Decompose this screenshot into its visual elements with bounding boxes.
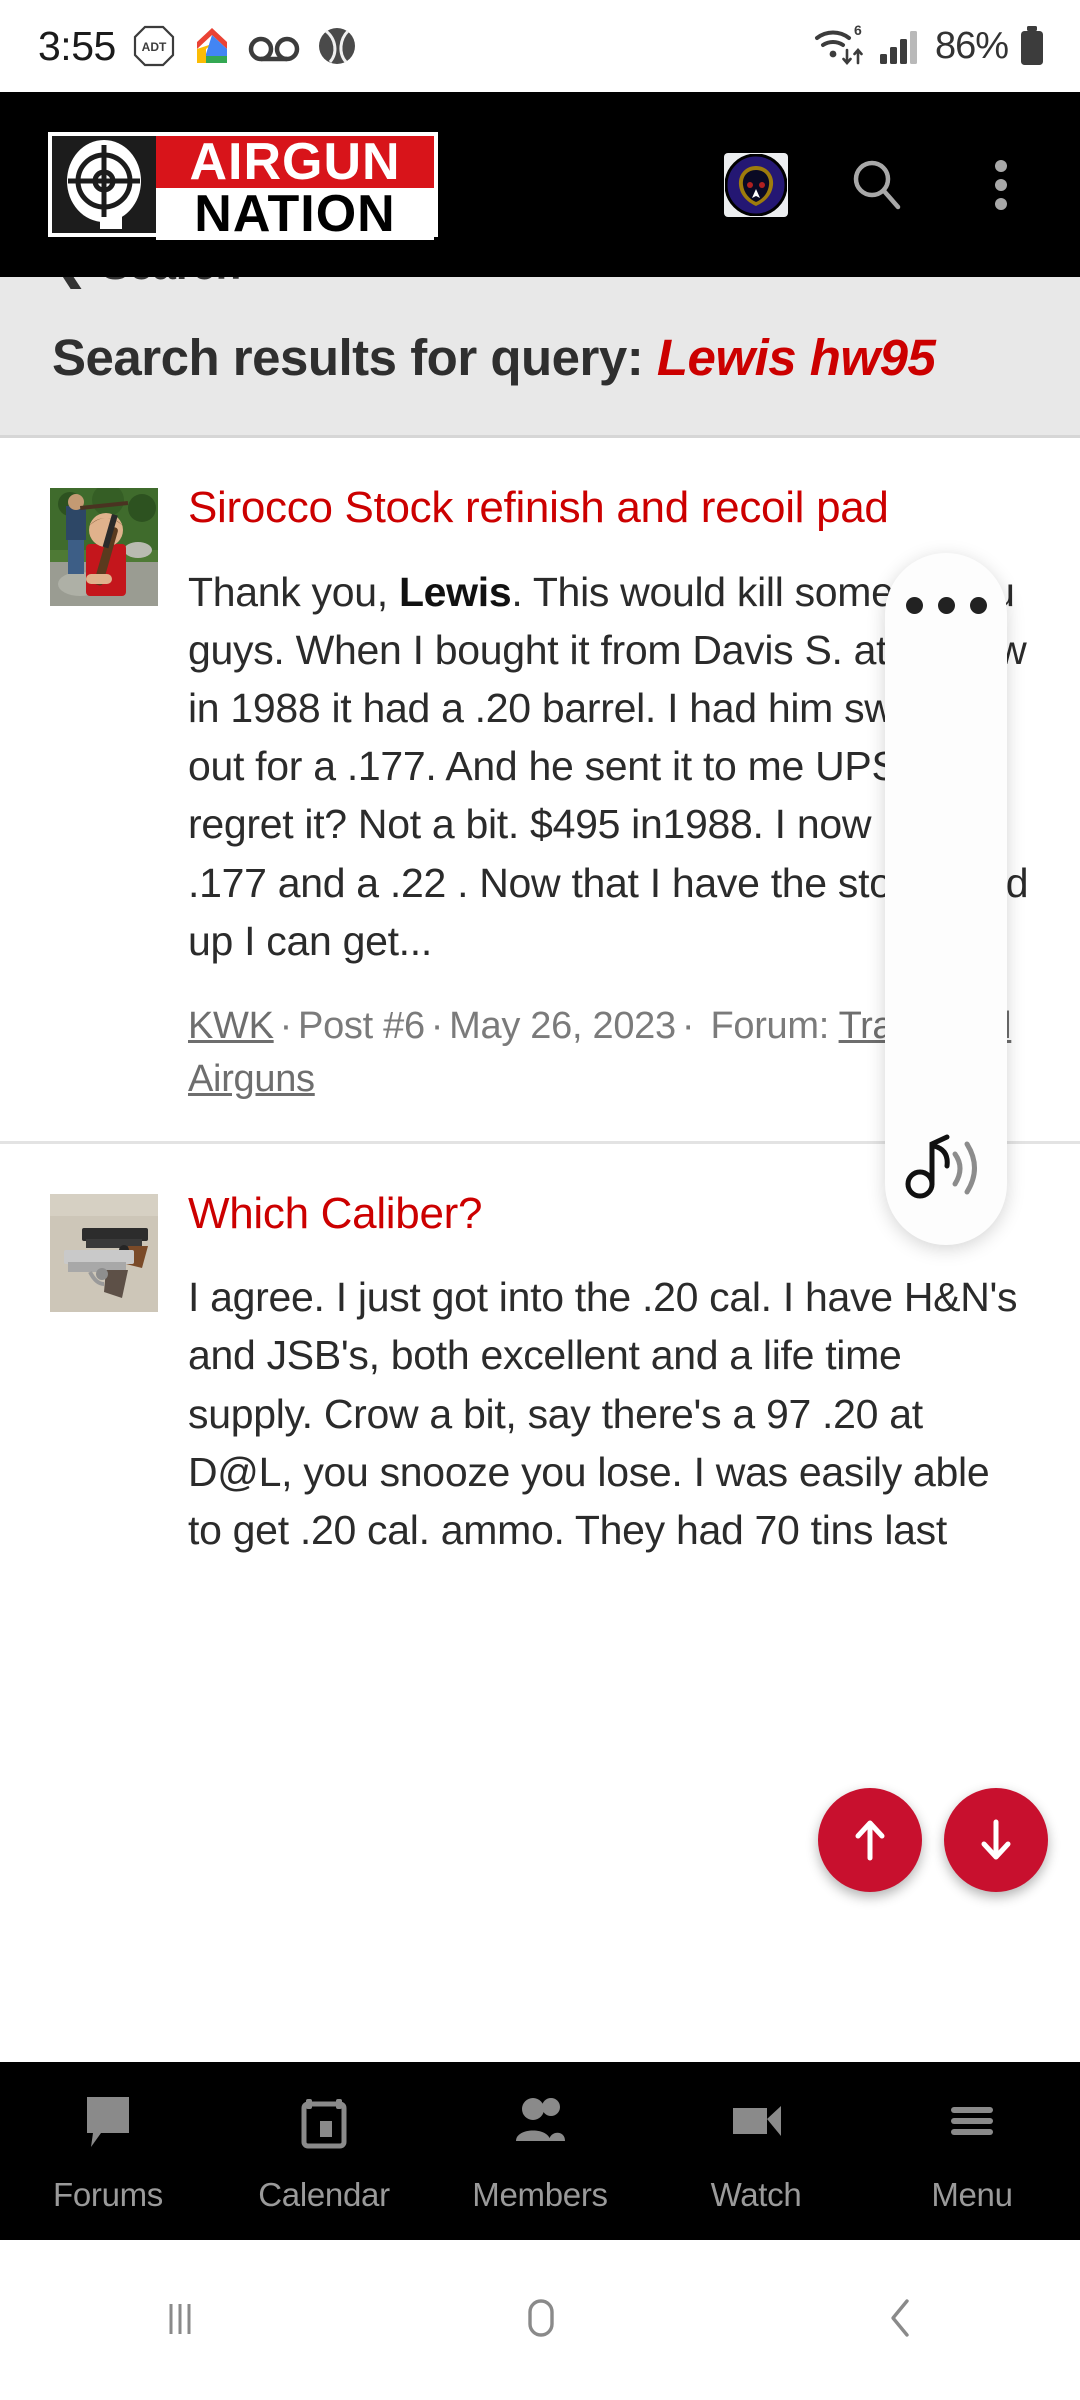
result-forum-label: Forum:: [710, 1005, 829, 1048]
people-icon: [509, 2089, 571, 2156]
baseball-icon: [316, 25, 358, 67]
result-date: May 26, 2023: [449, 1005, 676, 1048]
page-title-query: Lewis hw95: [656, 329, 936, 386]
android-navigation-bar: [0, 2240, 1080, 2400]
adt-icon: ADT: [132, 24, 176, 68]
tab-forums-label: Forums: [52, 2175, 164, 2213]
three-dots-horizontal-icon[interactable]: [905, 597, 987, 614]
speech-bubble-icon: [77, 2089, 139, 2156]
tab-calendar-label: Calendar: [258, 2175, 390, 2213]
two-pistols-thumbnail: [50, 1193, 158, 1312]
back-button[interactable]: [720, 2289, 1080, 2352]
meta-separator: ·: [681, 1005, 695, 1048]
video-camera-icon: [725, 2089, 787, 2156]
crosshair-scope-icon: [52, 136, 156, 233]
svg-text:6: 6: [854, 23, 862, 38]
page-title-prefix: Search results for query:: [52, 329, 644, 386]
chevron-left-icon: [871, 2289, 929, 2352]
battery-percent-label: 86%: [934, 24, 1009, 67]
meta-separator: ·: [430, 1005, 444, 1048]
tab-members-label: Members: [472, 2175, 608, 2213]
page-title: Search results for query: Lewis hw95: [0, 289, 1080, 389]
status-bar-right: 6 86%: [813, 23, 1046, 69]
status-clock: 3:55: [38, 22, 116, 69]
three-vertical-bars-icon: [151, 2289, 209, 2352]
search-result-body: Which Caliber? I agree. I just got into …: [188, 1186, 1030, 1559]
home-button[interactable]: [360, 2289, 720, 2352]
tab-forums[interactable]: Forums: [0, 2089, 216, 2214]
google-home-icon: [192, 25, 232, 67]
tab-watch-label: Watch: [710, 2175, 802, 2213]
tab-menu[interactable]: Menu: [864, 2089, 1080, 2214]
search-result-snippet: I agree. I just got into the .20 cal. I …: [188, 1274, 1018, 1554]
arrow-up-icon[interactable]: [818, 1788, 922, 1892]
result-post-number: Post #6: [298, 1005, 425, 1048]
snippet-pre: Thank you,: [188, 568, 399, 615]
search-icon[interactable]: [842, 150, 912, 220]
status-bar: 3:55 ADT 6 86%: [0, 0, 1080, 92]
rounded-square-icon: [511, 2289, 569, 2352]
wifi-6-icon: 6: [813, 23, 869, 69]
status-bar-left: 3:55 ADT: [38, 23, 358, 70]
arrow-down-icon[interactable]: [944, 1788, 1048, 1892]
breadcrumb-label: Search: [101, 277, 241, 289]
boy-with-airrifle-thumbnail: [50, 488, 158, 607]
recents-button[interactable]: [0, 2289, 360, 2352]
brand-logo-nation: NATION: [156, 188, 434, 240]
app-header: AIRGUN NATION: [0, 92, 1080, 277]
brand-logo-airgun: AIRGUN: [156, 136, 434, 188]
brand-logo-words: AIRGUN NATION: [156, 136, 434, 240]
cellular-signal-icon: [879, 27, 925, 65]
breadcrumb[interactable]: ❮ Search: [0, 277, 1080, 289]
tab-menu-label: Menu: [931, 2175, 1013, 2213]
result-author-link[interactable]: KWK: [188, 1005, 274, 1047]
bottom-tab-bar: Forums Calendar Members Watch Menu: [0, 2062, 1080, 2240]
battery-icon: [1018, 25, 1046, 67]
calendar-icon: [293, 2089, 355, 2156]
floating-assistant-panel[interactable]: [885, 553, 1007, 1245]
scroll-nav-buttons: [818, 1788, 1048, 1892]
hamburger-menu-icon: [941, 2089, 1003, 2156]
search-result-title[interactable]: Sirocco Stock refinish and recoil pad: [188, 480, 1030, 536]
three-dots-vertical-icon[interactable]: [966, 150, 1036, 220]
meta-separator: ·: [279, 1005, 293, 1048]
brand-logo[interactable]: AIRGUN NATION: [48, 132, 438, 240]
svg-text:ADT: ADT: [141, 40, 166, 54]
music-sound-icon[interactable]: [903, 1128, 989, 1207]
tab-watch[interactable]: Watch: [648, 2089, 864, 2214]
tab-members[interactable]: Members: [432, 2089, 648, 2214]
header-actions: [724, 150, 1058, 220]
search-header-block: ❮ Search Search results for query: Lewis…: [0, 277, 1080, 436]
voicemail-icon: [248, 29, 300, 63]
snippet-highlight: Lewis: [398, 568, 512, 615]
chevron-left-icon: ❮: [52, 277, 87, 289]
tab-calendar[interactable]: Calendar: [216, 2089, 432, 2214]
ravens-avatar-icon[interactable]: [724, 152, 788, 217]
